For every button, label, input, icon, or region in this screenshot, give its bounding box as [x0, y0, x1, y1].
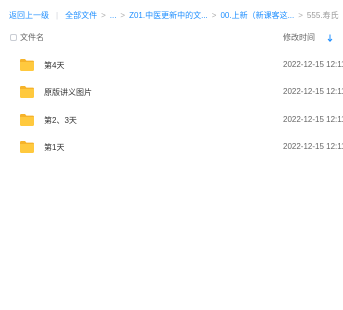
breadcrumb-ellipsis[interactable]: ... [110, 11, 117, 20]
file-modified-time: 2022-12-15 12:11 [283, 142, 343, 151]
file-row[interactable]: 第2、3天 2022-12-15 12:11 [9, 106, 343, 133]
file-row[interactable]: 第1天 2022-12-15 12:11 [9, 133, 343, 160]
file-row[interactable]: 第4天 2022-12-15 12:11 [9, 51, 343, 78]
file-name[interactable]: 第1天 [44, 142, 64, 153]
back-link[interactable]: 返回上一级 [9, 10, 49, 21]
select-all-checkbox[interactable] [10, 34, 17, 41]
chevron-right-icon: > [298, 10, 303, 20]
file-row[interactable]: 原版讲义图片 2022-12-15 12:11 [9, 78, 343, 105]
breadcrumb-current: 555.寿氏赫浩济南照... [306, 10, 339, 20]
file-name[interactable]: 原版讲义图片 [44, 87, 92, 98]
file-modified-time: 2022-12-15 12:11 [283, 115, 343, 124]
breadcrumb-folder-z01[interactable]: Z01.中医更新中的文... [129, 10, 208, 21]
folder-icon [20, 141, 34, 153]
folder-icon [20, 114, 34, 126]
file-modified-time: 2022-12-15 12:11 [283, 87, 343, 96]
file-name[interactable]: 第4天 [44, 60, 64, 71]
column-header-time[interactable]: 修改时间 [283, 32, 333, 43]
folder-icon [20, 86, 34, 98]
chevron-right-icon: > [211, 10, 217, 20]
breadcrumb-divider: | [56, 10, 59, 20]
folder-icon [20, 59, 34, 71]
file-modified-time: 2022-12-15 12:11 [283, 60, 343, 69]
breadcrumb-folder-00[interactable]: 00.上新（新课客这... [220, 10, 294, 21]
sort-down-icon[interactable] [327, 34, 333, 42]
breadcrumb: 返回上一级 | 全部文件 > ... > Z01.中医更新中的文... > 00… [9, 8, 339, 22]
chevron-right-icon: > [120, 10, 126, 20]
column-header-time-label: 修改时间 [283, 33, 315, 42]
file-name[interactable]: 第2、3天 [44, 115, 77, 126]
breadcrumb-all-files[interactable]: 全部文件 [65, 10, 97, 21]
file-list-header: 文件名 修改时间 [9, 30, 337, 45]
chevron-right-icon: > [101, 10, 106, 20]
